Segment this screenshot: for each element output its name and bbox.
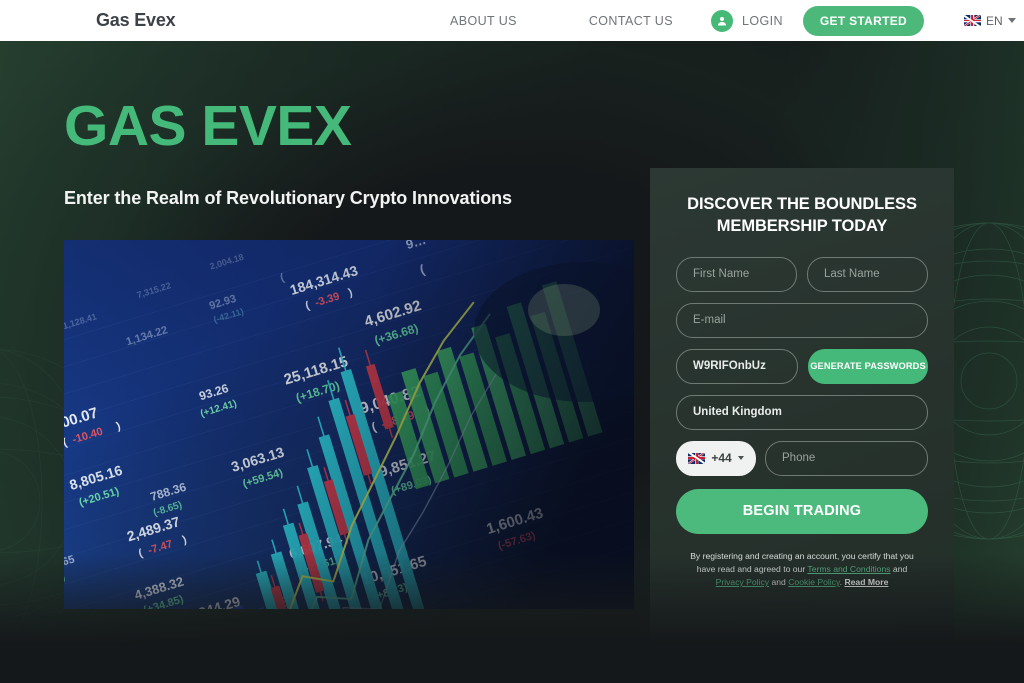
nav-right-group: ABOUT US CONTACT US LOGIN GET STARTED EN <box>450 5 1016 36</box>
privacy-policy-link[interactable]: Privacy Policy <box>716 577 769 587</box>
language-label: EN <box>985 13 1003 28</box>
language-selector[interactable]: EN <box>963 13 1016 28</box>
login-label: LOGIN <box>741 13 783 28</box>
terms-and-conditions-link[interactable]: Terms and Conditions <box>807 564 890 574</box>
signup-title: DISCOVER THE BOUNDLESS MEMBERSHIP TODAY <box>687 195 917 235</box>
email-field-row <box>676 302 928 338</box>
login-button[interactable]: LOGIN <box>710 9 783 32</box>
brand-logo[interactable]: Gas Evex <box>96 10 176 31</box>
generate-passwords-button[interactable]: GENERATE PASSWORDS <box>808 348 928 384</box>
page-root: Gas Evex ABOUT US CONTACT US LOGIN GET S… <box>0 0 1024 683</box>
page-title: GAS EVEX <box>64 94 352 158</box>
top-navbar: Gas Evex ABOUT US CONTACT US LOGIN GET S… <box>0 0 1024 41</box>
country-field-row <box>676 394 928 430</box>
name-field-row <box>676 256 928 292</box>
signup-panel: DISCOVER THE BOUNDLESS MEMBERSHIP TODAY … <box>650 168 954 648</box>
hero-subtitle: Enter the Realm of Revolutionary Crypto … <box>64 188 512 208</box>
read-more-link[interactable]: Read More <box>844 577 888 587</box>
phone-prefix-label: +44 <box>711 451 732 466</box>
chevron-down-icon <box>737 456 744 461</box>
legal-disclaimer: By registering and creating an account, … <box>676 550 928 590</box>
password-input[interactable] <box>676 348 798 384</box>
nav-link-about-us[interactable]: ABOUT US <box>450 14 517 28</box>
email-input[interactable] <box>676 302 928 338</box>
legal-line-2-post: and <box>890 563 908 574</box>
legal-line-1: By registering and creating an account, … <box>690 550 914 561</box>
begin-trading-button[interactable]: BEGIN TRADING <box>676 488 928 534</box>
hero-section: GAS EVEX Enter the Realm of Revolutionar… <box>0 41 1024 683</box>
cookie-policy-link[interactable]: Cookie Policy <box>788 577 839 587</box>
user-icon <box>710 9 733 32</box>
phone-field-row: +44 <box>676 440 928 476</box>
uk-flag-icon <box>688 452 706 464</box>
chevron-down-icon <box>1007 18 1016 23</box>
country-input[interactable] <box>676 394 928 430</box>
phone-input[interactable] <box>765 440 928 476</box>
get-started-button[interactable]: GET STARTED <box>802 5 924 36</box>
last-name-input[interactable] <box>807 256 928 292</box>
uk-flag-icon <box>963 15 981 26</box>
nav-link-contact-us[interactable]: CONTACT US <box>589 14 673 28</box>
first-name-input[interactable] <box>676 256 797 292</box>
hero-trading-chart-image: 1,128.41 7,315.22 2,004.18 1,134.22 92.9… <box>64 240 634 609</box>
phone-prefix-selector[interactable]: +44 <box>676 440 756 476</box>
legal-and-text: and <box>769 577 789 588</box>
legal-line-2-pre: have read and agreed to our <box>696 563 808 574</box>
password-field-row: GENERATE PASSWORDS <box>676 348 928 384</box>
